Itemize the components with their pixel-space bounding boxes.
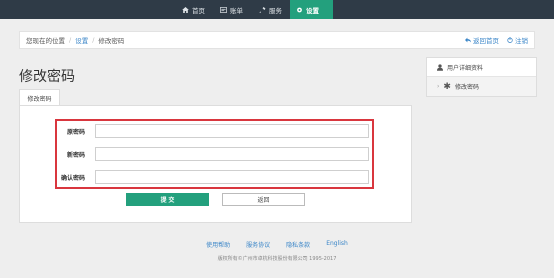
confirm-password-field[interactable]: [95, 170, 369, 184]
footer-link-english[interactable]: English: [326, 240, 348, 249]
breadcrumb-current: 修改密码: [98, 37, 125, 45]
footer-links: 使用帮助 服务协议 隐私条款 English: [0, 240, 554, 249]
confirm-password-row: 确认密码: [55, 170, 369, 184]
back-home-link[interactable]: 返回首页: [465, 35, 499, 45]
logout-label: 注销: [515, 37, 528, 45]
breadcrumb-separator: /: [69, 36, 72, 44]
back-arrow-icon: [465, 37, 471, 43]
home-icon: [182, 6, 189, 13]
new-password-label: 新密码: [66, 151, 85, 159]
nav-label-service: 服务: [269, 6, 282, 15]
sidebar-item-user-details[interactable]: 用户详细资料: [427, 58, 536, 77]
user-icon: [437, 63, 443, 71]
logout-link[interactable]: 注销: [507, 35, 528, 45]
footer: 使用帮助 服务协议 隐私条款 English 版权所有©广州市卓杭科技股份有限公…: [0, 240, 554, 262]
nav-item-settings[interactable]: 设置: [290, 0, 333, 19]
breadcrumb: 您现在的位置 / 设置 / 修改密码 返回首页 注销: [19, 31, 535, 49]
breadcrumb-actions: 返回首页 注销: [465, 32, 528, 48]
settings-icon: [297, 7, 302, 12]
sidebar-item-change-password[interactable]: › ✱ 修改密码: [427, 77, 536, 96]
service-icon: [259, 6, 266, 13]
new-password-field[interactable]: [95, 147, 369, 161]
nav-label-home: 首页: [192, 6, 205, 15]
breadcrumb-prefix: 您现在的位置: [26, 37, 65, 45]
nav-label-bill: 账单: [230, 6, 243, 15]
footer-link-privacy[interactable]: 隐私条款: [286, 240, 310, 249]
sidebar: 用户详细资料 › ✱ 修改密码: [426, 57, 537, 97]
breadcrumb-separator: /: [92, 36, 95, 44]
sidebar-item-label: 用户详细资料: [447, 64, 484, 72]
submit-button[interactable]: 提 交: [126, 193, 209, 206]
back-button[interactable]: 返回: [222, 193, 305, 206]
breadcrumb-link-settings[interactable]: 设置: [75, 35, 88, 45]
bill-icon: [220, 6, 227, 13]
new-password-row: 新密码: [55, 147, 369, 161]
power-icon: [507, 37, 513, 43]
nav-item-bill[interactable]: 账单: [214, 0, 249, 19]
back-home-label: 返回首页: [473, 37, 499, 45]
footer-link-agreement[interactable]: 服务协议: [246, 240, 270, 249]
copyright: 版权所有©广州市卓杭科技股份有限公司 1995-2017: [217, 256, 337, 262]
old-password-field[interactable]: [95, 124, 369, 138]
nav-item-home[interactable]: 首页: [176, 0, 211, 19]
top-nav: 首页 账单 服务 设置: [0, 0, 554, 19]
old-password-label: 原密码: [66, 128, 85, 136]
tab-change-password[interactable]: 修改密码: [19, 89, 60, 106]
nav-item-service[interactable]: 服务: [253, 0, 288, 19]
footer-link-help[interactable]: 使用帮助: [206, 240, 230, 249]
confirm-password-label: 确认密码: [60, 174, 85, 182]
sidebar-item-label: 修改密码: [454, 84, 479, 91]
asterisk-icon: ✱: [443, 81, 451, 92]
page-title: 修改密码: [19, 69, 75, 85]
nav-label-settings: 设置: [306, 6, 319, 15]
chevron-right-icon: ›: [437, 83, 440, 90]
old-password-row: 原密码: [55, 124, 369, 138]
